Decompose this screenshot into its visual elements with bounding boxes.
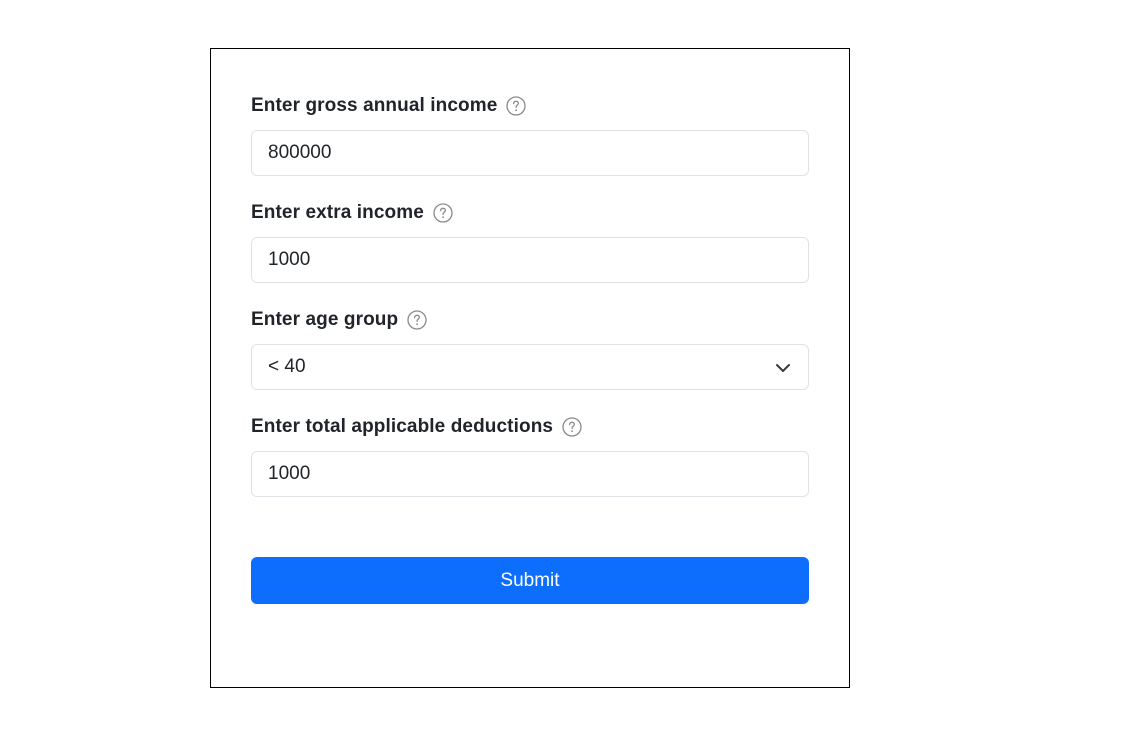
tax-form-card: Enter gross annual income 800000 Enter e… xyxy=(210,48,850,688)
extra-income-field: Enter extra income 1000 xyxy=(251,201,809,283)
extra-income-input[interactable]: 1000 xyxy=(251,237,809,283)
age-group-select[interactable]: < 40 xyxy=(251,344,809,390)
question-circle-icon[interactable] xyxy=(407,310,427,330)
gross-income-label: Enter gross annual income xyxy=(251,95,498,116)
extra-income-label-row: Enter extra income xyxy=(251,201,809,225)
deductions-value: 1000 xyxy=(268,463,311,484)
gross-income-label-row: Enter gross annual income xyxy=(251,94,809,118)
age-group-label-row: Enter age group xyxy=(251,308,809,332)
deductions-label: Enter total applicable deductions xyxy=(251,416,554,437)
deductions-field: Enter total applicable deductions 1000 xyxy=(251,415,809,497)
question-circle-icon[interactable] xyxy=(562,417,582,437)
question-circle-icon[interactable] xyxy=(433,203,453,223)
extra-income-label: Enter extra income xyxy=(251,202,424,223)
submit-button[interactable]: Submit xyxy=(251,557,809,604)
question-circle-icon[interactable] xyxy=(506,96,527,116)
gross-income-field: Enter gross annual income 800000 xyxy=(251,94,809,176)
age-group-label: Enter age group xyxy=(251,309,399,330)
extra-income-value: 1000 xyxy=(268,249,311,270)
gross-income-value: 800000 xyxy=(268,142,332,163)
age-group-field: Enter age group < 40 xyxy=(251,308,809,390)
chevron-down-icon xyxy=(774,359,792,377)
gross-income-input[interactable]: 800000 xyxy=(251,130,809,176)
deductions-input[interactable]: 1000 xyxy=(251,451,809,497)
age-group-selected-value: < 40 xyxy=(268,356,306,377)
deductions-label-row: Enter total applicable deductions xyxy=(251,415,809,439)
